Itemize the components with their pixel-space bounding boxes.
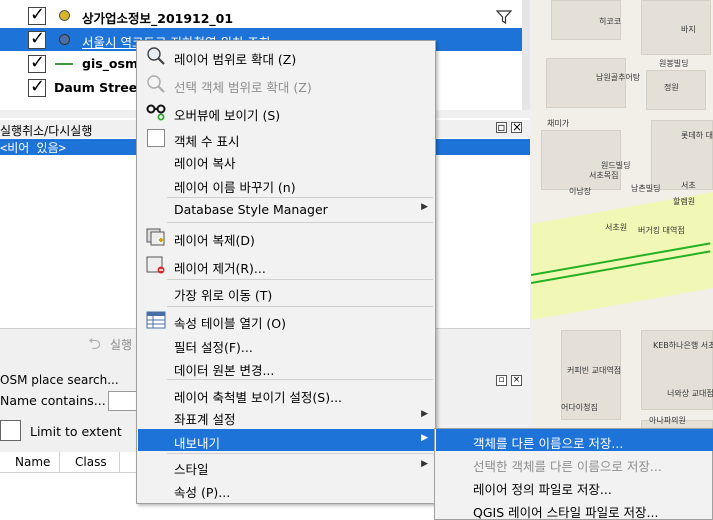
close-panel-icon[interactable]: × [511, 375, 522, 386]
menu-separator [167, 306, 433, 307]
menu-item-scale-visibility[interactable]: 레이어 축척별 보이기 설정(S)... [138, 383, 434, 405]
map-block [546, 58, 626, 108]
layer-row[interactable]: 상가업소정보_201912_01 [0, 4, 522, 27]
line-symbol-icon [55, 63, 73, 65]
map-label: 남촌빌딩 [631, 184, 661, 193]
osm-panel-title: OSM place search... [0, 373, 119, 387]
osm-name-label: Name contains... [0, 393, 106, 408]
submenu-item-save-layer-definition[interactable]: 레이어 정의 파일로 저장... [436, 475, 713, 497]
layer-context-menu: 레이어 범위로 확대 (Z) 선택 객체 범위로 확대 (Z) 오버뷰에 보이기… [136, 40, 436, 504]
export-submenu: 객체를 다른 이름으로 저장... 선택한 객체를 다른 이름으로 저장... … [434, 428, 713, 520]
column-header-name[interactable]: Name [0, 452, 60, 473]
layer-visibility-checkbox[interactable] [28, 28, 46, 49]
map-label: 커피빈 교대역점 [567, 366, 622, 375]
overview-glasses-icon [146, 104, 166, 121]
zoom-selection-icon [147, 75, 165, 93]
map-label: 할렘원 [673, 197, 696, 206]
map-label: 원봉빌딩 [659, 59, 689, 68]
submenu-arrow-icon: ▶ [421, 459, 428, 469]
submenu-arrow-icon: ▶ [421, 433, 428, 443]
layer-visibility-checkbox[interactable] [28, 76, 46, 97]
map-label: 버거킹 대역점 [638, 226, 685, 235]
map-label: 정원 [664, 83, 679, 92]
osm-name-input[interactable] [108, 391, 138, 411]
map-block [641, 0, 711, 55]
attribute-table-icon [146, 311, 166, 329]
menu-item-remove-layer[interactable]: 레이어 제거(R)... [138, 254, 434, 276]
layer-visibility-checkbox[interactable] [28, 52, 46, 73]
map-label: 너와상 교대점 [667, 389, 713, 398]
menu-separator [167, 453, 433, 454]
menu-item-styles[interactable]: 스타일 ▶ [138, 455, 434, 477]
zoom-layer-icon [147, 47, 165, 65]
layers-scrollbar[interactable] [522, 0, 530, 110]
map-label: 서초목집 [589, 171, 619, 180]
menu-separator [167, 379, 433, 380]
map-label: 이남장 [569, 187, 592, 196]
map-label: 바지 [681, 25, 696, 34]
map-label: 아나파의원 [649, 416, 686, 425]
float-panel-icon[interactable]: ▫ [496, 121, 507, 133]
menu-separator [167, 222, 433, 223]
undo-panel-title: 실행취소/다시실행 [0, 124, 93, 138]
map-label: KEB하나은행 서초동지점 [653, 341, 713, 350]
layer-name: Daum Street [54, 80, 144, 95]
submenu-arrow-icon: ▶ [421, 409, 428, 419]
menu-separator [167, 279, 433, 280]
map-label: 어다이청짐 [561, 403, 598, 412]
float-panel-icon[interactable]: ▫ [496, 375, 507, 386]
map-label: 서초원 [605, 223, 628, 232]
column-header-class[interactable]: Class [60, 452, 120, 473]
map-label: 히코코 [599, 17, 622, 26]
map-label: 채미가 [547, 119, 570, 128]
layer-visibility-checkbox[interactable] [28, 4, 46, 25]
submenu-item-save-selected-features-as[interactable]: 선택한 객체를 다른 이름으로 저장... [436, 452, 713, 474]
menu-item-zoom-to-layer[interactable]: 레이어 범위로 확대 (Z) [138, 45, 434, 67]
menu-item-move-to-top[interactable]: 가장 위로 이동 (T) [138, 281, 434, 303]
map-label: 남원골추어탕 [596, 73, 641, 82]
map-label: 서초 [681, 181, 696, 190]
menu-item-zoom-to-selection[interactable]: 선택 객체 범위로 확대 (Z) [138, 73, 434, 95]
limit-extent-checkbox[interactable] [0, 420, 21, 441]
menu-item-open-attribute-table[interactable]: 속성 테이블 열기 (O) [138, 309, 434, 331]
menu-item-copy-layer[interactable]: 레이어 복사 [138, 149, 434, 171]
menu-item-export[interactable]: 내보내기 ▶ [138, 429, 434, 451]
limit-extent-label: Limit to extent [30, 424, 122, 439]
menu-item-database-style-manager[interactable]: Database Style Manager ▶ [138, 198, 434, 220]
filter-icon[interactable] [496, 10, 512, 24]
duplicate-layer-icon [146, 228, 165, 246]
menu-item-change-data-source[interactable]: 데이터 원본 변경... [138, 356, 434, 378]
submenu-arrow-icon: ▶ [421, 202, 428, 212]
menu-item-rename-layer[interactable]: 레이어 이름 바꾸기 (n) [138, 173, 434, 195]
submenu-item-save-style-file[interactable]: QGIS 레이어 스타일 파일로 저장... [436, 498, 713, 520]
undo-exec-label[interactable]: 실행 [110, 336, 132, 353]
menu-item-properties[interactable]: 속성 (P)... [138, 478, 434, 500]
checkbox-icon[interactable] [147, 129, 165, 147]
undo-arrow-icon[interactable]: ⮌ [88, 333, 101, 360]
remove-layer-icon [146, 256, 165, 274]
menu-item-set-crs[interactable]: 좌표계 설정 ▶ [138, 405, 434, 427]
menu-item-show-in-overview[interactable]: 오버뷰에 보이기 (S) [138, 101, 434, 123]
menu-item-show-feature-count[interactable]: 객체 수 표시 [138, 127, 434, 149]
submenu-item-save-features-as[interactable]: 객체를 다른 이름으로 저장... [436, 429, 713, 451]
point-symbol-icon [59, 10, 70, 21]
menu-item-filter[interactable]: 필터 설정(F)... [138, 333, 434, 355]
layer-name: 상가업소정보_201912_01 [82, 11, 234, 26]
point-symbol-icon [59, 34, 70, 45]
close-panel-icon[interactable]: × [511, 121, 522, 133]
menu-item-duplicate-layer[interactable]: 레이어 복제(D) [138, 226, 434, 248]
map-label: 원드빌딩 [601, 161, 631, 170]
map-label: 롯데하 대역점 [681, 131, 713, 140]
